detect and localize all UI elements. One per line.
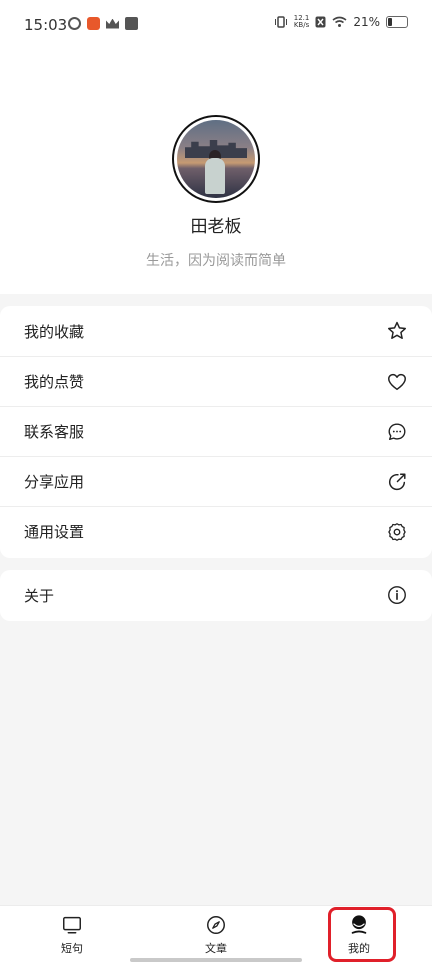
menu-item-label: 关于: [24, 586, 55, 605]
home-indicator[interactable]: [130, 958, 302, 962]
menu-item-likes[interactable]: 我的点赞: [0, 356, 432, 406]
menu-group-main: 我的收藏 我的点赞 联系客服 分享应用 通用设置: [0, 306, 432, 558]
menu-item-about[interactable]: 关于: [0, 570, 432, 620]
status-bar: 15:03 12.1 KB/s 21%: [0, 0, 432, 50]
menu-item-settings[interactable]: 通用设置: [0, 506, 432, 556]
moon-icon: [68, 17, 81, 30]
menu-item-support[interactable]: 联系客服: [0, 406, 432, 456]
menu-item-share[interactable]: 分享应用: [0, 456, 432, 506]
menu-item-label: 我的点赞: [24, 373, 85, 391]
active-tab-highlight: [328, 907, 396, 962]
mail-icon: [125, 17, 138, 30]
tab-sentences[interactable]: 短句: [32, 914, 112, 956]
menu-item-label: 通用设置: [24, 523, 85, 541]
heart-icon: [386, 371, 408, 393]
battery-icon: [386, 16, 408, 28]
menu-item-label: 联系客服: [24, 423, 85, 441]
vibrate-icon: [274, 16, 287, 28]
network-speed: 12.1 KB/s: [294, 15, 310, 29]
compass-icon: [207, 916, 225, 934]
app-badge-icon: [87, 17, 100, 30]
settings-icon: [386, 521, 408, 543]
wifi-icon: [332, 16, 347, 27]
menu-group-about: 关于: [0, 570, 432, 621]
crown-icon: [106, 18, 119, 29]
share-icon: [386, 471, 408, 493]
info-icon: [386, 584, 408, 606]
system-icons: 12.1 KB/s 21%: [274, 15, 408, 29]
menu-item-label: 我的收藏: [24, 322, 85, 341]
notification-icons: [68, 17, 138, 30]
speed-unit: KB/s: [293, 21, 310, 29]
menu-item-label: 分享应用: [24, 473, 85, 491]
menu-item-favorites[interactable]: 我的收藏: [0, 306, 432, 356]
chat-icon: [386, 421, 408, 443]
monitor-icon: [63, 916, 81, 934]
tab-label: 短句: [61, 942, 83, 955]
sim-icon: [315, 16, 326, 28]
profile-tagline: 生活，因为阅读而简单: [146, 253, 286, 269]
star-icon: [386, 320, 408, 342]
profile-header: 田老板 生活，因为阅读而简单: [0, 50, 432, 294]
username: 田老板: [190, 217, 242, 237]
tab-articles[interactable]: 文章: [176, 914, 256, 956]
avatar-photo: [177, 120, 255, 198]
battery-percent: 21%: [353, 15, 380, 29]
avatar[interactable]: [172, 115, 260, 203]
status-time: 15:03: [24, 16, 68, 34]
tab-label: 文章: [205, 942, 227, 955]
